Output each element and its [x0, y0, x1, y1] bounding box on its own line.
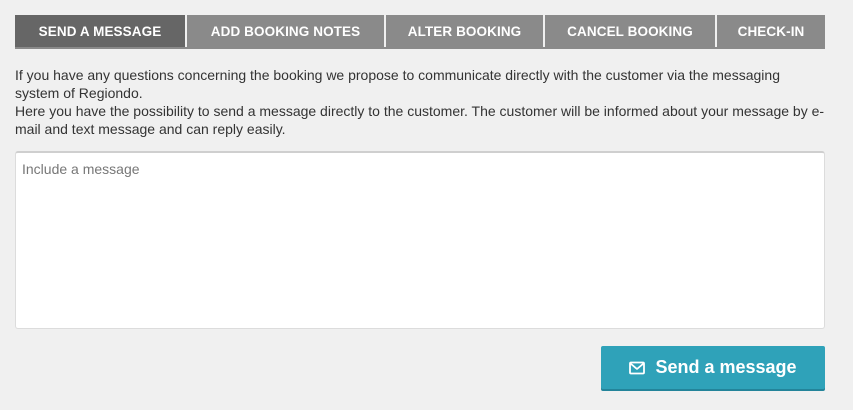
message-instructions: If you have any questions concerning the…: [15, 66, 827, 138]
tab-check-in[interactable]: CHECK-IN: [717, 15, 825, 47]
tab-add-booking-notes[interactable]: ADD BOOKING NOTES: [187, 15, 386, 47]
booking-message-panel: SEND A MESSAGE ADD BOOKING NOTES ALTER B…: [0, 0, 853, 410]
tab-cancel-booking[interactable]: CANCEL BOOKING: [545, 15, 717, 47]
instructions-line-1: If you have any questions concerning the…: [15, 67, 780, 101]
envelope-icon: [629, 361, 646, 375]
instructions-line-2: Here you have the possibility to send a …: [15, 103, 825, 137]
send-message-button[interactable]: Send a message: [601, 346, 825, 389]
booking-tabs: SEND A MESSAGE ADD BOOKING NOTES ALTER B…: [15, 15, 825, 49]
tab-alter-booking[interactable]: ALTER BOOKING: [386, 15, 545, 47]
tab-send-message[interactable]: SEND A MESSAGE: [15, 15, 187, 47]
send-message-label: Send a message: [655, 357, 797, 377]
message-textarea[interactable]: [15, 151, 825, 329]
